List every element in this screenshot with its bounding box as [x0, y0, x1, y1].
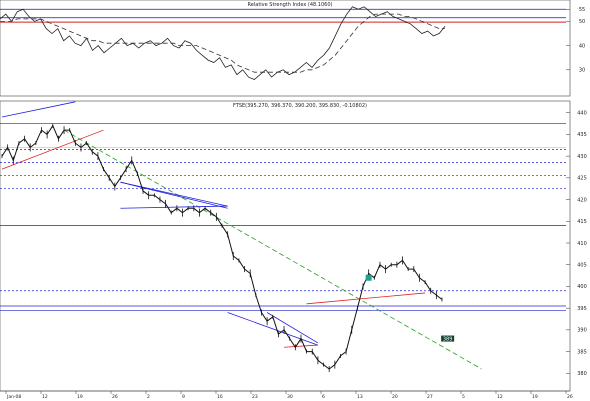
price-title: FTSE(395.270, 396.370, 390.200, 395.830,… [233, 103, 367, 109]
price-marker-label: 389 [443, 336, 453, 342]
price-x-tick-label: 20 [392, 394, 398, 400]
chart-canvas: Relative Strength Index (48.1060) 30 40 50… [0, 0, 587, 400]
price-y-tick-label: 405 [577, 263, 587, 269]
price-x-tick-label: 6 [322, 394, 325, 400]
price-x-axis: Jan-08 12 19 26 2 9 16 23 30 6 13 20 27 5 12 19 26 [0, 390, 573, 400]
price-x-tick-label: 19 [532, 394, 538, 400]
rsi-title: Relative Strength Index (48.1060) [248, 2, 333, 8]
price-marker [365, 274, 372, 281]
rsi-y-tick-label: 50 [579, 19, 585, 25]
price-y-tick-label: 410 [577, 241, 587, 247]
rsi-frame [0, 0, 571, 97]
rsi-y-tick-label: 30 [579, 68, 585, 74]
chart-window: Relative Strength Index (48.1060) 30 40 50… [0, 0, 590, 401]
price-y-tick-label: 395 [577, 306, 587, 312]
price-x-tick-label: 19 [77, 394, 83, 400]
price-y-tick-label: 435 [577, 132, 587, 138]
price-y-tick-label: 385 [577, 349, 587, 355]
price-x-tick-label: Jan-08 [6, 394, 21, 400]
price-y-tick-label: 420 [577, 197, 587, 203]
price-x-tick-label: 23 [252, 394, 258, 400]
price-x-tick-label: 9 [182, 394, 185, 400]
price-x-tick-label: 26 [567, 394, 573, 400]
price-panel: FTSE(395.270, 396.370, 390.200, 395.830,… [0, 100, 587, 400]
rsi-y-tick-label: 40 [579, 43, 585, 49]
price-x-tick-label: 2 [147, 394, 150, 400]
price-x-tick-label: 26 [112, 394, 118, 400]
price-x-tick-label: 12 [42, 394, 48, 400]
price-y-tick-label: 400 [577, 284, 587, 290]
price-y-tick-label: 415 [577, 219, 587, 225]
price-x-tick-label: 30 [287, 394, 293, 400]
price-y-tick-label: 425 [577, 176, 587, 182]
price-x-tick-label: 27 [427, 394, 433, 400]
price-y-tick-label: 440 [577, 110, 587, 116]
price-x-tick-label: 5 [462, 394, 465, 400]
rsi-y-tick-label: 55 [579, 7, 585, 13]
price-y-tick-label: 380 [577, 371, 587, 377]
price-y-tick-label: 430 [577, 154, 587, 160]
price-y-tick-label: 390 [577, 328, 587, 334]
price-x-tick-label: 16 [217, 394, 223, 400]
price-x-tick-label: 13 [357, 394, 363, 400]
rsi-panel: Relative Strength Index (48.1060) 30 40 50… [0, 0, 585, 97]
price-x-tick-label: 12 [497, 394, 503, 400]
